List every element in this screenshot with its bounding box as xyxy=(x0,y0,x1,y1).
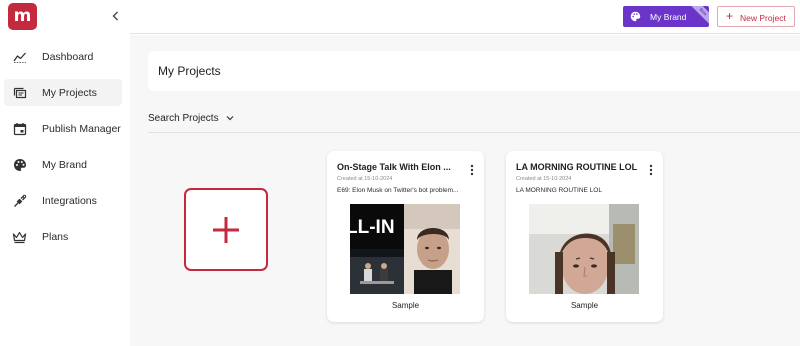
project-thumbnail: LL-IN xyxy=(350,204,460,294)
chevron-left-icon xyxy=(112,11,118,21)
search-projects-label: Search Projects xyxy=(148,112,219,124)
trend-line-icon xyxy=(12,49,27,64)
plug-icon xyxy=(12,193,27,208)
palette-icon xyxy=(630,11,641,22)
crown-icon xyxy=(12,229,27,244)
project-title: LA MORNING ROUTINE LOL xyxy=(516,162,638,172)
add-project-card[interactable] xyxy=(184,188,268,271)
sidebar-item-label: Integrations xyxy=(42,194,97,207)
chevron-down-icon xyxy=(226,116,234,121)
plus-icon: + xyxy=(726,9,734,23)
page-title-card: My Projects xyxy=(148,51,800,91)
top-bar: My Brand Beta + New Project xyxy=(130,0,800,34)
new-project-button[interactable]: + New Project xyxy=(717,6,795,27)
sidebar-item-label: My Projects xyxy=(42,86,97,99)
new-project-label: New Project xyxy=(740,13,786,23)
project-sample-label: Sample xyxy=(391,301,420,310)
sidebar-item-label: Dashboard xyxy=(42,50,94,63)
sidebar-item-label: Plans xyxy=(42,230,69,243)
search-projects-dropdown[interactable]: Search Projects xyxy=(148,111,234,125)
my-brand-label: My Brand xyxy=(650,12,687,22)
beta-badge: Beta xyxy=(689,6,709,26)
sidebar-nav: Dashboard My Projects Publish Manager My… xyxy=(4,43,122,259)
project-sample-label: Sample xyxy=(570,301,599,310)
more-options-icon[interactable] xyxy=(647,164,655,176)
project-created-date: Created at 15-10-2024 xyxy=(337,176,393,182)
calendar-icon xyxy=(12,121,27,136)
project-card[interactable]: LA MORNING ROUTINE LOL Created at 15-10-… xyxy=(506,151,663,322)
project-card[interactable]: On-Stage Talk With Elon ... Created at 1… xyxy=(327,151,484,322)
palette-icon xyxy=(12,157,27,172)
sidebar-item-publish-manager[interactable]: Publish Manager xyxy=(4,115,122,142)
sidebar-item-dashboard[interactable]: Dashboard xyxy=(4,43,122,70)
project-thumbnail xyxy=(529,204,639,294)
collapse-sidebar-button[interactable] xyxy=(108,8,122,24)
main-content: My Projects Search Projects On-Stage Tal… xyxy=(130,35,800,346)
projects-stack-icon xyxy=(12,85,27,100)
more-options-icon[interactable] xyxy=(468,164,476,176)
sidebar-item-label: Publish Manager xyxy=(42,122,121,135)
sidebar-item-label: My Brand xyxy=(42,158,87,171)
sidebar-item-my-brand[interactable]: My Brand xyxy=(4,151,122,178)
divider xyxy=(148,132,800,133)
sidebar-item-my-projects[interactable]: My Projects xyxy=(4,79,122,106)
project-created-date: Created at 15-10-2024 xyxy=(516,176,572,182)
sidebar-item-integrations[interactable]: Integrations xyxy=(4,187,122,214)
sidebar: m Dashboard My Projects Publish Manager xyxy=(0,0,130,346)
project-title: On-Stage Talk With Elon ... xyxy=(337,162,451,172)
page-title: My Projects xyxy=(158,64,221,78)
logo-letter: m xyxy=(13,6,32,26)
thumbnail-logo-text: LL-IN xyxy=(350,217,395,238)
plus-icon xyxy=(213,216,239,243)
sidebar-item-plans[interactable]: Plans xyxy=(4,223,122,250)
my-brand-button[interactable]: My Brand Beta xyxy=(623,6,709,27)
project-description: LA MORNING ROUTINE LOL xyxy=(516,187,602,194)
project-description: E69: Elon Musk on Twitter's bot problem.… xyxy=(337,187,459,194)
app-logo[interactable]: m xyxy=(8,3,37,30)
